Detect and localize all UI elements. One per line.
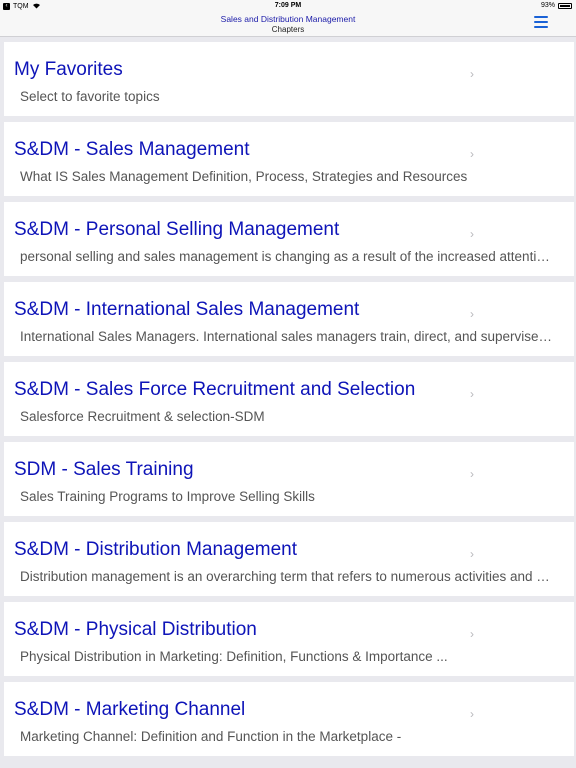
list-item-title: S&DM - Distribution Management bbox=[14, 539, 297, 560]
hamburger-menu-icon[interactable] bbox=[534, 16, 548, 28]
list-item-title: S&DM - International Sales Management bbox=[14, 299, 360, 320]
chevron-right-icon: › bbox=[470, 387, 474, 401]
status-time: 7:09 PM bbox=[274, 2, 302, 9]
status-bar: ‹ TQM 7:09 PM 93% bbox=[0, 0, 576, 12]
list-item-description: Salesforce Recruitment & selection-SDM bbox=[20, 409, 265, 424]
chevron-right-icon: › bbox=[470, 467, 474, 481]
list-item-description: Marketing Channel: Definition and Functi… bbox=[20, 729, 402, 744]
list-item-description: Select to favorite topics bbox=[20, 89, 160, 104]
list-item-description: Sales Training Programs to Improve Selli… bbox=[20, 489, 315, 504]
list-item-description: Physical Distribution in Marketing: Defi… bbox=[20, 649, 448, 664]
list-item-title: S&DM - Sales Management bbox=[14, 139, 250, 160]
battery-icon bbox=[558, 2, 572, 9]
list-item-my-favorites[interactable]: My Favorites Select to favorite topics › bbox=[4, 42, 574, 116]
nav-subtitle: Chapters bbox=[271, 25, 305, 34]
list-item-description: Distribution management is an overarchin… bbox=[20, 569, 554, 584]
list-item-title: My Favorites bbox=[14, 59, 123, 80]
list-item-title: S&DM - Personal Selling Management bbox=[14, 219, 340, 240]
nav-title: Sales and Distribution Management bbox=[220, 14, 356, 24]
list-item-sales-training[interactable]: SDM - Sales Training Sales Training Prog… bbox=[4, 442, 574, 516]
list-item-title: S&DM - Marketing Channel bbox=[14, 699, 246, 720]
battery-percent: 93% bbox=[540, 2, 555, 9]
list-item-title: S&DM - Physical Distribution bbox=[14, 619, 257, 640]
list-item-sales-force-recruitment[interactable]: S&DM - Sales Force Recruitment and Selec… bbox=[4, 362, 574, 436]
chevron-right-icon: › bbox=[470, 67, 474, 81]
navigation-bar: Sales and Distribution Management Chapte… bbox=[0, 12, 576, 37]
list-item-marketing-channel[interactable]: S&DM - Marketing Channel Marketing Chann… bbox=[4, 682, 574, 756]
list-item-title: S&DM - Sales Force Recruitment and Selec… bbox=[14, 379, 416, 400]
chevron-right-icon: › bbox=[470, 147, 474, 161]
list-item-physical-distribution[interactable]: S&DM - Physical Distribution Physical Di… bbox=[4, 602, 574, 676]
list-item-description: International Sales Managers. Internatio… bbox=[20, 329, 554, 344]
list-item-title: SDM - Sales Training bbox=[14, 459, 194, 480]
list-item-personal-selling[interactable]: S&DM - Personal Selling Management perso… bbox=[4, 202, 574, 276]
list-item-sales-management[interactable]: S&DM - Sales Management What IS Sales Ma… bbox=[4, 122, 574, 196]
list-item-description: personal selling and sales management is… bbox=[20, 249, 554, 264]
status-right: 93% bbox=[541, 2, 572, 9]
list-item-description: What IS Sales Management Definition, Pro… bbox=[20, 169, 468, 184]
chevron-right-icon: › bbox=[470, 227, 474, 241]
list-item-distribution-management[interactable]: S&DM - Distribution Management Distribut… bbox=[4, 522, 574, 596]
chevron-right-icon: › bbox=[470, 547, 474, 561]
chevron-right-icon: › bbox=[470, 307, 474, 321]
chevron-right-icon: › bbox=[470, 707, 474, 721]
list-item-international-sales[interactable]: S&DM - International Sales Management In… bbox=[4, 282, 574, 356]
chevron-right-icon: › bbox=[470, 627, 474, 641]
